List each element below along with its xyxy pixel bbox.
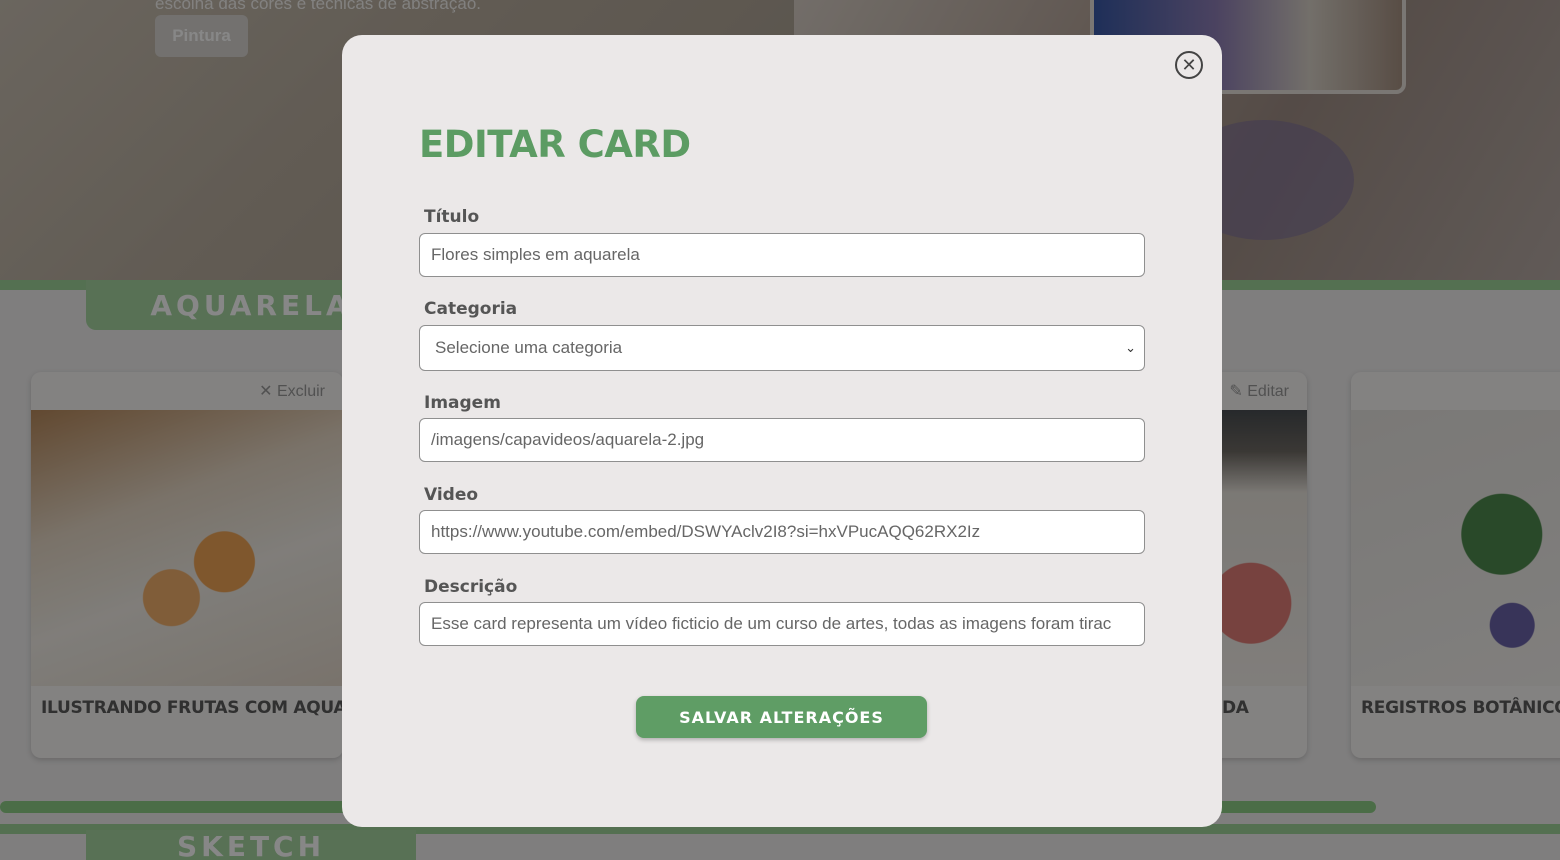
- imagem-input[interactable]: /imagens/capavideos/aquarela-2.jpg: [419, 418, 1145, 462]
- descricao-label: Descrição: [424, 577, 518, 597]
- imagem-label: Imagem: [424, 393, 501, 413]
- categoria-select-value: Selecione uma categoria: [435, 338, 623, 357]
- titulo-label: Título: [424, 207, 480, 227]
- titulo-input[interactable]: Flores simples em aquarela: [419, 233, 1145, 277]
- chevron-down-icon: ⌄: [1125, 340, 1136, 355]
- categoria-label: Categoria: [424, 299, 518, 319]
- descricao-input[interactable]: Esse card representa um vídeo ficticio d…: [419, 602, 1145, 646]
- edit-card-modal: ✕ EDITAR CARD Título Flores simples em a…: [342, 35, 1222, 827]
- save-changes-button[interactable]: SALVAR ALTERAÇÕES: [636, 696, 927, 738]
- categoria-select[interactable]: Selecione uma categoria ⌄: [419, 325, 1145, 371]
- video-input[interactable]: https://www.youtube.com/embed/DSWYAclv2I…: [419, 510, 1145, 554]
- close-icon[interactable]: ✕: [1175, 51, 1203, 79]
- video-label: Video: [424, 485, 479, 505]
- modal-title: EDITAR CARD: [419, 123, 691, 166]
